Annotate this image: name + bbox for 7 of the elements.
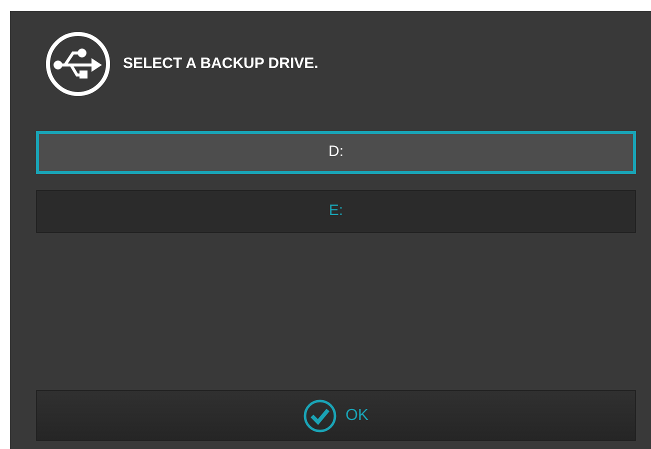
usb-icon bbox=[45, 31, 111, 97]
ok-label: OK bbox=[345, 406, 369, 426]
drive-option[interactable]: D: bbox=[36, 131, 636, 174]
drive-option[interactable]: E: bbox=[36, 190, 636, 233]
dialog-title: SELECT A BACKUP DRIVE. bbox=[123, 54, 318, 74]
check-circle-icon bbox=[303, 398, 338, 432]
ok-button[interactable]: OK bbox=[36, 390, 636, 441]
